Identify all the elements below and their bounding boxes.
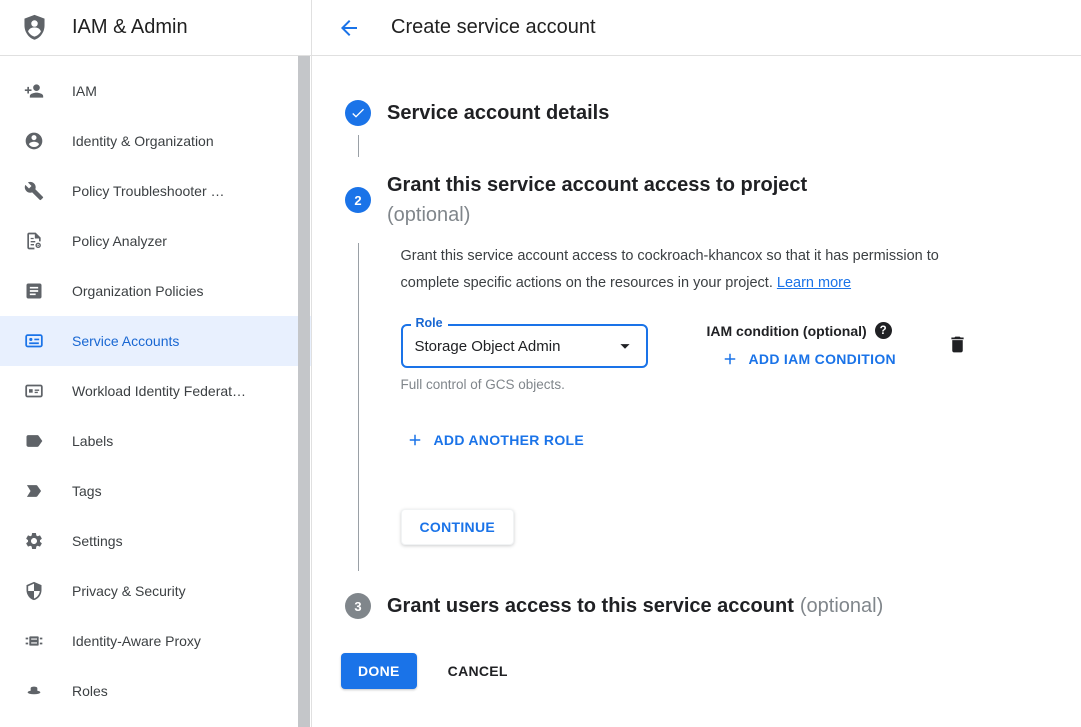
sidebar-item-policy-troubleshooter[interactable]: Policy Troubleshooter … (0, 166, 311, 216)
sidebar-item-identity-aware-proxy[interactable]: Identity-Aware Proxy (0, 616, 311, 666)
step-3-heading: Grant users access to this service accou… (387, 591, 883, 621)
wrench-icon (24, 181, 44, 201)
account-circle-icon (24, 131, 44, 151)
service-account-icon (24, 331, 44, 351)
sidebar-scrollbar[interactable] (298, 56, 310, 727)
sidebar-item-list: IAM Identity & Organization Policy Troub… (0, 66, 311, 716)
help-icon[interactable]: ? (875, 322, 892, 339)
sidebar-item-label: Settings (72, 533, 123, 549)
document-gear-icon (24, 231, 44, 251)
article-icon (24, 281, 44, 301)
form-actions: DONE CANCEL (341, 653, 1081, 689)
step-connector-line (358, 135, 360, 157)
role-row: Storage Object Admin Role Full control o… (401, 324, 1081, 392)
sidebar-item-identity-organization[interactable]: Identity & Organization (0, 116, 311, 166)
product-brand: IAM & Admin (0, 0, 312, 55)
step-3-optional-label: (optional) (800, 591, 883, 621)
sidebar-nav: IAM Identity & Organization Policy Troub… (0, 56, 312, 727)
sidebar-item-label: Identity & Organization (72, 133, 214, 149)
page-header: Create service account (312, 0, 1081, 55)
step-2-description-text: Grant this service account access to coc… (401, 248, 939, 291)
step-2-title: Grant this service account access to pro… (387, 170, 807, 200)
iam-admin-shield-icon (20, 13, 49, 42)
sidebar-item-label: Organization Policies (72, 283, 204, 299)
done-button[interactable]: DONE (341, 653, 417, 689)
add-iam-condition-button[interactable]: ADD IAM CONDITION (707, 350, 896, 368)
iam-condition-block: IAM condition (optional) ? ADD IAM CONDI… (707, 322, 896, 368)
iam-condition-label: IAM condition (optional) (707, 323, 867, 339)
tag-arrow-icon (24, 481, 44, 501)
main-content: Service account details 2 Grant this ser… (312, 56, 1081, 727)
role-field: Storage Object Admin Role Full control o… (401, 324, 648, 392)
sidebar-item-organization-policies[interactable]: Organization Policies (0, 266, 311, 316)
page-title: Create service account (391, 16, 596, 39)
badge-card-icon (24, 381, 44, 401)
step-2-number-badge: 2 (345, 187, 371, 213)
hat-icon (24, 681, 44, 701)
plus-icon (406, 431, 424, 449)
continue-button[interactable]: CONTINUE (401, 509, 515, 545)
sidebar-item-label: Workload Identity Federat… (72, 383, 246, 399)
step-3-number-badge: 3 (345, 593, 371, 619)
delete-role-button[interactable] (945, 334, 969, 358)
shield-half-icon (24, 581, 44, 601)
sidebar-item-privacy-security[interactable]: Privacy & Security (0, 566, 311, 616)
product-title: IAM & Admin (72, 16, 188, 39)
step-2-optional-label: (optional) (387, 200, 807, 230)
sidebar-item-workload-identity-federat[interactable]: Workload Identity Federat… (0, 366, 311, 416)
cancel-button[interactable]: CANCEL (448, 663, 508, 679)
person-add-icon (24, 81, 44, 101)
add-iam-condition-label: ADD IAM CONDITION (749, 351, 896, 367)
proxy-grid-icon (24, 631, 44, 651)
sidebar-item-label: Policy Analyzer (72, 233, 167, 249)
step-2-description: Grant this service account access to coc… (401, 243, 989, 297)
sidebar-item-labels[interactable]: Labels (0, 416, 311, 466)
step-3-grant-users-access: 3 Grant users access to this service acc… (345, 591, 1081, 621)
role-selected-value: Storage Object Admin (415, 338, 614, 355)
sidebar-item-label: Service Accounts (72, 333, 179, 349)
back-arrow-icon (337, 16, 361, 40)
sidebar-item-tags[interactable]: Tags (0, 466, 311, 516)
add-another-role-label: ADD ANOTHER ROLE (434, 432, 585, 448)
sidebar-item-settings[interactable]: Settings (0, 516, 311, 566)
role-field-label: Role (411, 315, 448, 331)
learn-more-link[interactable]: Learn more (777, 275, 851, 291)
trash-icon (947, 334, 968, 355)
dropdown-caret-icon (614, 335, 636, 357)
gear-icon (24, 531, 44, 551)
step-1-service-account-details: Service account details (345, 100, 1081, 126)
sidebar-item-label: Privacy & Security (72, 583, 186, 599)
sidebar-item-roles[interactable]: Roles (0, 666, 311, 716)
add-another-role-button[interactable]: ADD ANOTHER ROLE (406, 431, 1081, 449)
sidebar-item-label: Policy Troubleshooter … (72, 183, 225, 199)
sidebar-item-service-accounts[interactable]: Service Accounts (0, 316, 311, 366)
sidebar-item-label: Roles (72, 683, 108, 699)
sidebar-item-label: IAM (72, 83, 97, 99)
step-2-grant-access: 2 Grant this service account access to p… (345, 170, 1081, 230)
step-2-heading: Grant this service account access to pro… (387, 170, 807, 230)
step-1-title: Service account details (387, 100, 609, 126)
step-3-title: Grant users access to this service accou… (387, 591, 794, 621)
role-helper-text: Full control of GCS objects. (401, 377, 648, 392)
step-1-complete-check-icon (345, 100, 371, 126)
sidebar-item-policy-analyzer[interactable]: Policy Analyzer (0, 216, 311, 266)
sidebar-item-iam[interactable]: IAM (0, 66, 311, 116)
sidebar-item-label: Tags (72, 483, 102, 499)
back-button[interactable] (336, 15, 362, 41)
sidebar-item-label: Identity-Aware Proxy (72, 633, 201, 649)
sidebar-item-label: Labels (72, 433, 113, 449)
top-bar: IAM & Admin Create service account (0, 0, 1081, 56)
plus-icon (721, 350, 739, 368)
create-service-account-page: IAM & Admin Create service account IAM I… (0, 0, 1081, 727)
label-tag-icon (24, 431, 44, 451)
step-2-body: Grant this service account access to coc… (358, 243, 1081, 571)
